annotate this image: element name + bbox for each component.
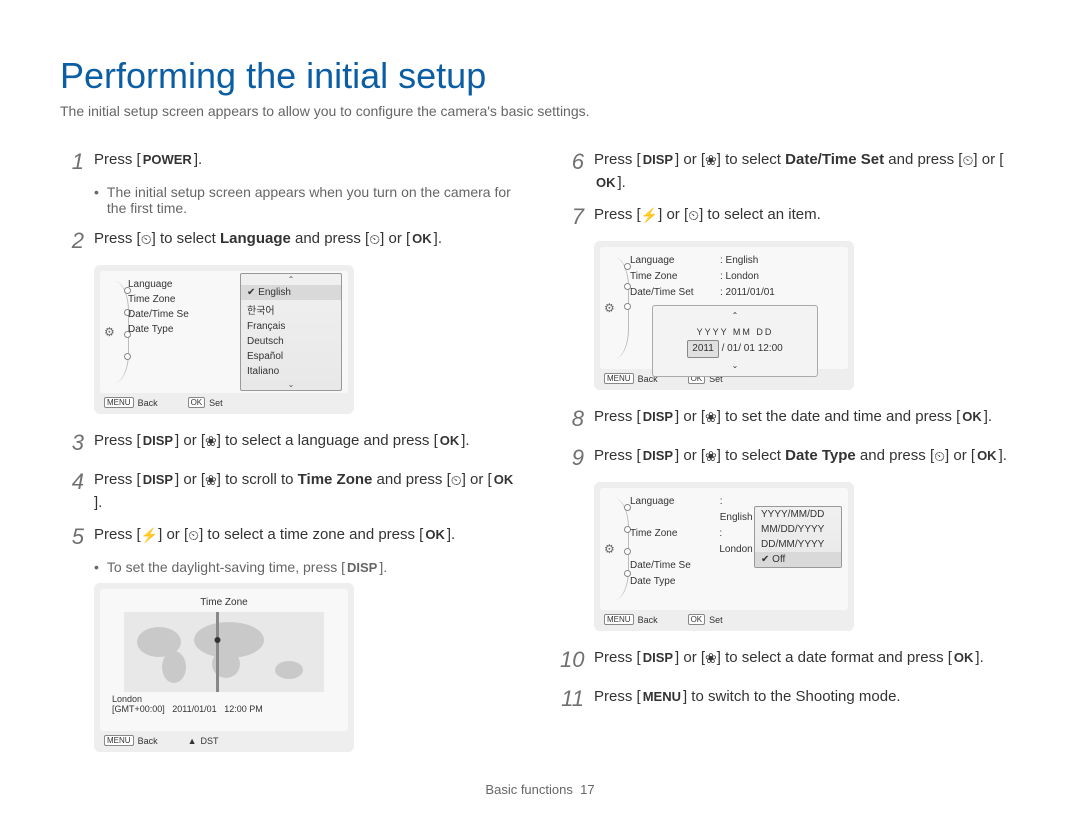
- timer-icon: ⏲: [369, 232, 380, 246]
- menu-key-label: MENU: [104, 397, 134, 408]
- up-icon: ▲: [188, 736, 197, 746]
- step-6: 6 Press [DISP] or [❀] to select Date/Tim…: [560, 145, 1020, 194]
- timer-icon: ⏲: [962, 153, 973, 167]
- disp-key: DISP: [641, 446, 675, 466]
- lcd-datetype: ⚙ Language: English Time Zone: London Da…: [594, 482, 854, 631]
- step-2: 2 Press [⏲] to select Language and press…: [60, 224, 520, 257]
- menu-item: Language: [128, 277, 189, 292]
- year-field: 2011: [687, 340, 719, 358]
- dropdown-option: 한국어: [241, 300, 341, 319]
- ok-key: OK: [492, 470, 516, 490]
- macro-icon: ❀: [705, 449, 717, 463]
- menu-key-label: MENU: [604, 614, 634, 625]
- step-10: 10 Press [DISP] or [❀] to select a date …: [560, 643, 1020, 676]
- lcd-timezone: Time Zone: [94, 583, 354, 752]
- check-icon: ✔: [761, 554, 769, 565]
- step-1: 1 Press [POWER].: [60, 145, 520, 178]
- dropdown-option: Deutsch: [241, 334, 341, 349]
- macro-icon: ❀: [705, 410, 717, 424]
- disp-key: DISP: [641, 407, 675, 427]
- step-5-bullet: • To set the daylight-saving time, press…: [94, 559, 520, 575]
- dropdown-option: MM/DD/YYYY: [755, 522, 841, 537]
- ok-key: OK: [975, 446, 999, 466]
- menu-item: Date/Time Se: [128, 307, 189, 322]
- step-5: 5 Press [⚡] or [⏲] to select a time zone…: [60, 520, 520, 553]
- disp-key: DISP: [141, 470, 175, 490]
- timezone-title: Time Zone: [108, 595, 340, 608]
- macro-icon: ❀: [705, 651, 717, 665]
- page-title: Performing the initial setup: [60, 55, 1020, 97]
- disp-key: DISP: [641, 150, 675, 170]
- step-4: 4 Press [DISP] or [❀] to scroll to Time …: [60, 465, 520, 514]
- ok-key: OK: [410, 229, 434, 249]
- dropdown-option: ✔ Off: [755, 552, 841, 567]
- date-entry-box: ⌃ YYYY MM DD 2011 / 01/ 01 12:00 ⌄: [652, 305, 818, 377]
- ok-key: OK: [423, 525, 447, 545]
- chevron-up-icon: ⌃: [655, 308, 815, 324]
- disp-key: DISP: [345, 560, 379, 575]
- menu-list: Language Time Zone Date/Time Se Date Typ…: [128, 277, 189, 337]
- timer-icon: ⏲: [451, 473, 462, 487]
- step-1-bullet: • The initial setup screen appears when …: [94, 184, 520, 216]
- chevron-up-icon: ⌃: [241, 274, 341, 285]
- chevron-down-icon: ⌄: [655, 358, 815, 374]
- step-8: 8 Press [DISP] or [❀] to set the date an…: [560, 402, 1020, 435]
- menu-key: MENU: [641, 687, 683, 707]
- menu-item: Date Type: [128, 322, 189, 337]
- ok-key: OK: [438, 431, 462, 451]
- dropdown-option: YYYY/MM/DD: [755, 507, 841, 522]
- ok-key: OK: [960, 407, 984, 427]
- step-11: 11 Press [MENU] to switch to the Shootin…: [560, 682, 1020, 715]
- menu-key-label: MENU: [104, 735, 134, 746]
- dropdown-option: Español: [241, 349, 341, 364]
- timer-icon: ⏲: [188, 528, 199, 542]
- disp-key: DISP: [641, 648, 675, 668]
- timezone-gmt: [GMT+00:00]: [112, 704, 165, 714]
- power-key: POWER: [141, 150, 194, 170]
- world-map: [124, 612, 324, 692]
- step-3: 3 Press [DISP] or [❀] to select a langua…: [60, 426, 520, 459]
- chevron-down-icon: ⌄: [241, 379, 341, 390]
- flash-icon: ⚡: [141, 528, 158, 542]
- disp-key: DISP: [141, 431, 175, 451]
- columns: 1 Press [POWER]. • The initial setup scr…: [60, 145, 1020, 764]
- timezone-city: London: [112, 694, 336, 704]
- step-7: 7 Press [⚡] or [⏲] to select an item.: [560, 200, 1020, 233]
- macro-icon: ❀: [205, 473, 217, 487]
- ok-key: OK: [594, 173, 618, 193]
- flash-icon: ⚡: [641, 208, 658, 222]
- dropdown-option: Français: [241, 319, 341, 334]
- ok-key: OK: [952, 648, 976, 668]
- page-footer: Basic functions 17: [0, 782, 1080, 797]
- timezone-time: 12:00 PM: [224, 704, 263, 714]
- timer-icon: ⏲: [934, 449, 945, 463]
- column-right: 6 Press [DISP] or [❀] to select Date/Tim…: [560, 145, 1020, 764]
- dropdown-option: Italiano: [241, 364, 341, 379]
- column-left: 1 Press [POWER]. • The initial setup scr…: [60, 145, 520, 764]
- macro-icon: ❀: [705, 153, 717, 167]
- timer-icon: ⏲: [141, 232, 152, 246]
- dropdown-option: DD/MM/YYYY: [755, 537, 841, 552]
- language-dropdown: ⌃ ✔ English 한국어 Français Deutsch Español…: [240, 273, 342, 391]
- datetype-dropdown: YYYY/MM/DD MM/DD/YYYY DD/MM/YYYY ✔ Off: [754, 506, 842, 568]
- step-9: 9 Press [DISP] or [❀] to select Date Typ…: [560, 441, 1020, 474]
- macro-icon: ❀: [205, 434, 217, 448]
- ok-key-label: OK: [688, 614, 706, 625]
- ok-key-label: OK: [188, 397, 206, 408]
- intro-text: The initial setup screen appears to allo…: [60, 103, 1020, 119]
- menu-item: Time Zone: [128, 292, 189, 307]
- dropdown-option: ✔ English: [241, 285, 341, 300]
- check-icon: ✔: [247, 287, 255, 298]
- lcd-datetime: ⚙ Language: English Time Zone: London Da…: [594, 241, 854, 390]
- timezone-date: 2011/01/01: [172, 704, 216, 714]
- lcd-language: ⚙ Language Time Zone Date/Time Se Date T…: [94, 265, 354, 414]
- timer-icon: ⏲: [688, 208, 699, 222]
- page: Performing the initial setup The initial…: [0, 0, 1080, 815]
